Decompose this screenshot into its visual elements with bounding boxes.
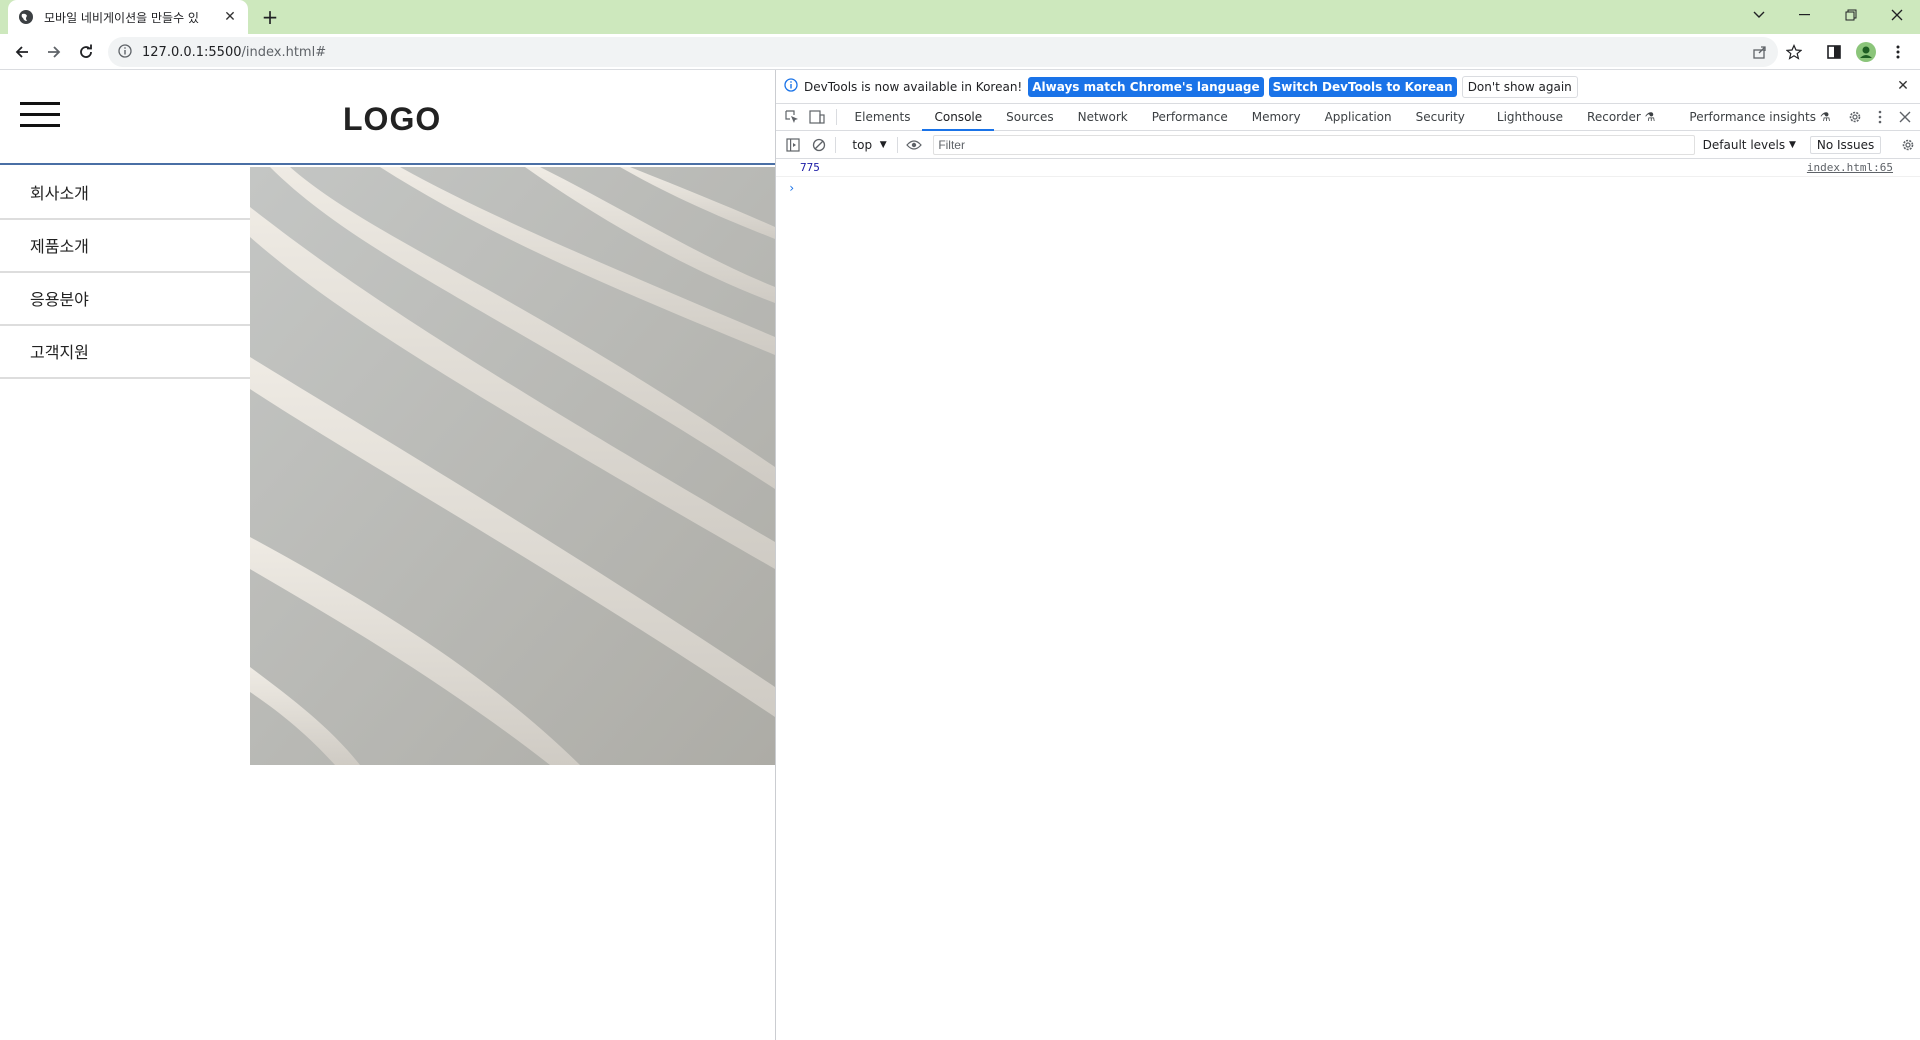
tab-application[interactable]: Application — [1313, 104, 1404, 131]
tab-performance[interactable]: Performance — [1140, 104, 1240, 131]
address-bar[interactable]: 127.0.0.1:5500/index.html# — [108, 37, 1778, 67]
log-levels-label: Default levels — [1702, 137, 1786, 152]
browser-tab[interactable]: 모바일 네비게이션을 만들수 있 ✕ — [8, 0, 248, 34]
hamburger-menu-icon[interactable] — [20, 102, 60, 128]
url-host: 127.0.0.1:5500 — [142, 44, 242, 60]
url-text: 127.0.0.1:5500/index.html# — [142, 45, 326, 60]
tab-recorder-label: Recorder — [1587, 109, 1641, 124]
url-path: /index.html# — [241, 44, 327, 60]
console-log-row: 775 index.html:65 — [776, 159, 1920, 177]
sidebar-toggle-icon[interactable] — [780, 132, 806, 158]
profile-avatar-icon[interactable] — [1854, 40, 1878, 64]
tab-performance-insights[interactable]: Performance insights ⚗ — [1677, 104, 1842, 131]
close-infobar-icon[interactable]: ✕ — [1895, 78, 1911, 94]
tab-recorder[interactable]: Recorder ⚗ — [1575, 104, 1667, 131]
site-info-icon[interactable] — [118, 43, 132, 62]
dont-show-again-button[interactable]: Don't show again — [1461, 75, 1578, 98]
devtools-tab-bar: Elements Console Sources Network Perform… — [776, 104, 1920, 131]
always-match-language-button[interactable]: Always match Chrome's language — [1028, 76, 1264, 97]
console-output: 775 index.html:65 › — [776, 159, 1920, 1040]
share-icon[interactable] — [1748, 40, 1772, 64]
toolbar-divider — [835, 136, 837, 153]
nav-item-products[interactable]: 제품소개 — [0, 220, 250, 273]
dropdown-caret-icon: ▼ — [879, 139, 887, 150]
menu-kebab-icon[interactable] — [1886, 40, 1910, 64]
tab-memory[interactable]: Memory — [1240, 104, 1313, 131]
tab-title: 모바일 네비게이션을 만들수 있 — [44, 10, 199, 25]
site-logo[interactable]: LOGO — [343, 101, 441, 138]
close-tab-icon[interactable]: ✕ — [222, 9, 238, 25]
tab-elements[interactable]: Elements — [843, 104, 923, 131]
tab-lighthouse[interactable]: Lighthouse — [1485, 104, 1575, 131]
log-value: 775 — [800, 161, 820, 174]
web-page: LOGO 회사소개 제품소개 응용분야 고객지원 — [0, 70, 775, 1040]
restore-icon[interactable] — [1828, 0, 1874, 30]
issues-counter[interactable]: No Issues — [1809, 135, 1882, 154]
devtools-panel: DevTools is now available in Korean! Alw… — [775, 70, 1920, 1040]
log-source-link[interactable]: index.html:65 — [1807, 161, 1893, 174]
info-icon — [784, 78, 798, 95]
infobar-text: DevTools is now available in Korean! — [804, 79, 1023, 94]
browser-toolbar: 127.0.0.1:5500/index.html# — [0, 34, 1920, 70]
switch-to-korean-button[interactable]: Switch DevTools to Korean — [1268, 76, 1457, 97]
context-selector[interactable]: top ▼ — [846, 138, 892, 152]
clear-console-icon[interactable] — [806, 132, 832, 158]
site-header: LOGO — [0, 70, 775, 165]
devtools-more-icon[interactable] — [1867, 104, 1892, 130]
bookmark-star-icon[interactable] — [1782, 40, 1806, 64]
console-toolbar: top ▼ Default levels ▼ No Issues — [776, 131, 1920, 159]
context-value: top — [852, 137, 873, 152]
tab-search-icon[interactable] — [1736, 0, 1782, 30]
side-navigation: 회사소개 제품소개 응용분야 고객지원 — [0, 167, 250, 379]
tab-console[interactable]: Console — [922, 104, 995, 131]
nav-item-support[interactable]: 고객지원 — [0, 326, 250, 379]
tab-network[interactable]: Network — [1066, 104, 1140, 131]
devtools-language-infobar: DevTools is now available in Korean! Alw… — [776, 70, 1920, 104]
tab-security[interactable]: Security — [1404, 104, 1477, 131]
close-devtools-icon[interactable] — [1892, 104, 1917, 130]
log-levels-dropdown[interactable]: Default levels ▼ — [1703, 138, 1796, 152]
new-tab-button[interactable]: + — [258, 5, 282, 29]
side-panel-icon[interactable] — [1822, 40, 1846, 64]
toolbar-divider — [835, 109, 837, 125]
close-window-icon[interactable] — [1874, 0, 1920, 30]
flask-icon: ⚗ — [1644, 109, 1656, 124]
dropdown-caret-icon: ▼ — [1788, 139, 1796, 150]
flask-icon: ⚗ — [1819, 109, 1831, 124]
tab-sources[interactable]: Sources — [994, 104, 1065, 131]
console-settings-gear-icon[interactable] — [1895, 132, 1920, 158]
tab-strip: 모바일 네비게이션을 만들수 있 ✕ + — [0, 0, 1920, 34]
settings-gear-icon[interactable] — [1843, 104, 1868, 130]
back-arrow-icon[interactable] — [10, 40, 34, 64]
reload-icon[interactable] — [74, 40, 98, 64]
console-prompt-chevron-icon[interactable]: › — [788, 181, 795, 195]
minimize-icon[interactable] — [1782, 0, 1828, 30]
sand-dune-image — [250, 167, 775, 765]
nav-item-applications[interactable]: 응용분야 — [0, 273, 250, 326]
live-expression-eye-icon[interactable] — [902, 132, 928, 158]
console-filter-input[interactable] — [933, 134, 1695, 155]
tab-performance-insights-label: Performance insights — [1689, 109, 1816, 124]
globe-icon — [18, 9, 34, 25]
device-toolbar-icon[interactable] — [805, 104, 830, 130]
inspect-element-icon[interactable] — [780, 104, 805, 130]
forward-arrow-icon[interactable] — [42, 40, 66, 64]
nav-item-company[interactable]: 회사소개 — [0, 167, 250, 220]
toolbar-divider — [896, 136, 898, 153]
